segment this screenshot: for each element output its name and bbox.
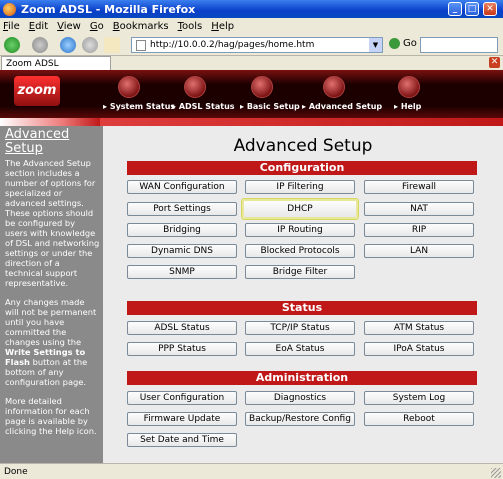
forward-icon[interactable] [32,37,48,53]
page-title: Advanced Setup [233,136,373,156]
nav-system-status[interactable]: ▸ System Status [103,102,175,111]
nav-help[interactable]: ▸ Help [394,102,421,111]
diagnostics-button[interactable]: Diagnostics [245,391,355,405]
home-icon[interactable] [104,37,120,53]
section-configuration: Configuration [127,161,477,175]
nav-system-status-label: System Status [109,102,176,111]
url-text: http://10.0.0.2/hag/pages/home.htm [150,40,315,50]
snmp-button[interactable]: SNMP [127,265,237,279]
menu-edit[interactable]: Edit [29,21,48,32]
nav-adsl-status-label: ADSL Status [178,102,235,111]
nav-adsl-status[interactable]: ▸ ADSL Status [172,102,235,111]
main-panel: Advanced Setup Configuration WAN Configu… [103,126,503,463]
menu-tools[interactable]: Tools [178,21,203,32]
minimize-button[interactable]: _ [448,2,462,16]
go-button[interactable]: Go [389,38,417,49]
window-title: Zoom ADSL - Mozilla Firefox [21,2,196,16]
atm-status-button[interactable]: ATM Status [364,321,474,335]
zoom-logo: zoom [14,76,60,106]
basic-setup-icon[interactable] [251,76,273,98]
menu-bookmarks[interactable]: Bookmarks [113,21,169,32]
nat-button[interactable]: NAT [364,202,474,216]
tab-title: Zoom ADSL [6,58,59,69]
dynamic-dns-button[interactable]: Dynamic DNS [127,244,237,258]
page-icon [136,39,146,51]
router-header: zoom ▸ System Status ▸ ADSL Status ▸ Bas… [0,70,503,118]
backup-restore-config-button[interactable]: Backup/Restore Config [245,412,355,426]
advanced-setup-icon[interactable] [323,76,345,98]
port-settings-button[interactable]: Port Settings [127,202,237,216]
url-input[interactable]: http://10.0.0.2/hag/pages/home.htm ▼ [131,37,383,53]
sidebar-paragraph-2: Any changes made will not be permanent u… [5,297,100,387]
firmware-update-button[interactable]: Firmware Update [127,412,237,426]
nav-help-label: Help [400,102,422,111]
wan-configuration-button[interactable]: WAN Configuration [127,180,237,194]
stop-icon[interactable] [82,37,98,53]
dhcp-button[interactable]: DHCP [242,199,358,219]
menu-file-rest: ile [8,20,20,32]
menu-help[interactable]: Help [211,21,234,32]
bridging-button[interactable]: Bridging [127,223,237,237]
tab-bar: Zoom ADSL ✕ [0,56,503,70]
back-icon[interactable] [4,37,20,53]
set-date-time-button[interactable]: Set Date and Time [127,433,237,447]
menu-go[interactable]: Go [90,21,104,32]
ppp-status-button[interactable]: PPP Status [127,342,237,356]
nav-advanced-setup-label: Advanced Setup [308,102,383,111]
menu-bar: File Edit View Go Bookmarks Tools Help [0,18,503,34]
go-icon [389,38,400,49]
sidebar-title: Advanced Setup [5,127,70,156]
header-arrow-decoration [0,118,100,126]
menu-view[interactable]: View [57,21,81,32]
tcpip-status-button[interactable]: TCP/IP Status [245,321,355,335]
maximize-button[interactable]: □ [465,2,479,16]
sidebar-paragraph-1: The Advanced Setup section includes a nu… [5,158,100,288]
rip-button[interactable]: RIP [364,223,474,237]
system-status-icon[interactable] [118,76,140,98]
firewall-button[interactable]: Firewall [364,180,474,194]
user-configuration-button[interactable]: User Configuration [127,391,237,405]
bridge-filter-button[interactable]: Bridge Filter [245,265,355,279]
nav-advanced-setup[interactable]: ▸ Advanced Setup [302,102,382,111]
system-log-button[interactable]: System Log [364,391,474,405]
reload-icon[interactable] [60,37,76,53]
help-icon[interactable] [398,76,420,98]
page-content: zoom ▸ System Status ▸ ADSL Status ▸ Bas… [0,70,503,463]
search-input[interactable] [420,37,498,53]
resize-grip-icon[interactable] [491,468,501,478]
status-text: Done [4,466,28,477]
sidebar-p2-start: Any changes made will not be permanent u… [5,297,97,347]
section-administration: Administration [127,371,477,385]
firefox-icon [3,2,16,16]
help-sidebar: Advanced Setup The Advanced Setup sectio… [0,126,103,463]
nav-basic-setup-label: Basic Setup [246,102,300,111]
sidebar-paragraph-3: More detailed information for each page … [5,396,97,436]
reboot-button[interactable]: Reboot [364,412,474,426]
ip-filtering-button[interactable]: IP Filtering [245,180,355,194]
blocked-protocols-button[interactable]: Blocked Protocols [245,244,355,258]
close-tab-icon[interactable]: ✕ [489,57,500,68]
adsl-status-button[interactable]: ADSL Status [127,321,237,335]
menu-file[interactable]: File [3,21,20,32]
status-bar: Done [0,463,503,479]
go-label: Go [403,38,417,49]
close-window-button[interactable]: ✕ [483,2,497,16]
adsl-status-icon[interactable] [184,76,206,98]
ip-routing-button[interactable]: IP Routing [245,223,355,237]
section-status: Status [127,301,477,315]
tab-zoom-adsl[interactable]: Zoom ADSL [1,56,111,70]
eoa-status-button[interactable]: EoA Status [245,342,355,356]
url-dropdown-icon[interactable]: ▼ [369,38,382,52]
nav-basic-setup[interactable]: ▸ Basic Setup [240,102,300,111]
navigation-toolbar: http://10.0.0.2/hag/pages/home.htm ▼ Go [0,34,503,56]
lan-button[interactable]: LAN [364,244,474,258]
window-titlebar: Zoom ADSL - Mozilla Firefox _ □ ✕ [0,0,503,18]
ipoa-status-button[interactable]: IPoA Status [364,342,474,356]
